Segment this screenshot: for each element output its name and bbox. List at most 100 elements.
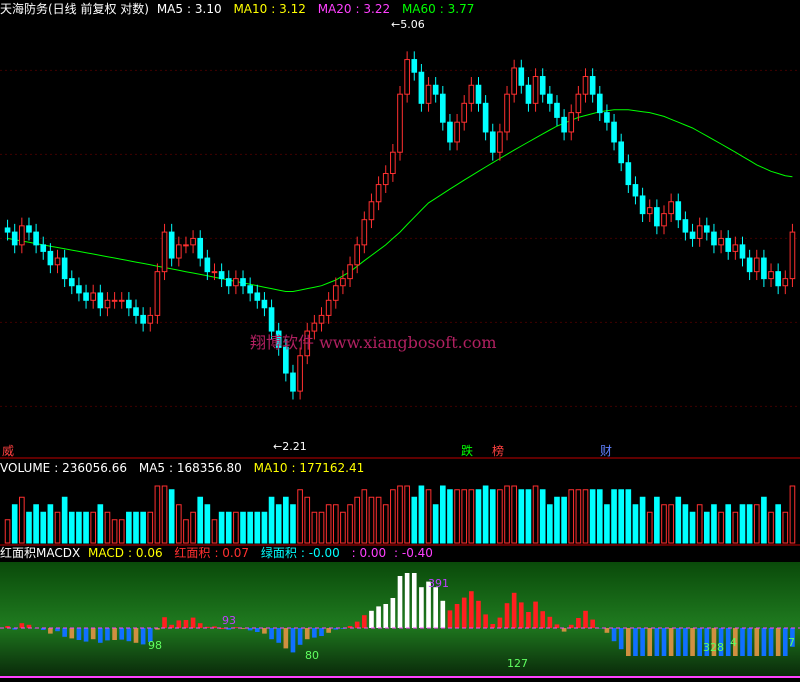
macd-bar xyxy=(254,628,260,632)
candle-body xyxy=(447,121,453,143)
candle-body xyxy=(204,257,211,273)
macd-bar xyxy=(326,628,331,633)
candle-body xyxy=(197,237,204,259)
candle-body xyxy=(682,219,689,233)
macd-bar xyxy=(640,628,645,656)
volume-bar xyxy=(525,489,532,544)
candle-body xyxy=(696,225,703,239)
macd-label-328: 328 xyxy=(703,641,724,654)
volume-bar xyxy=(54,511,61,544)
macd-bar xyxy=(119,628,125,640)
candle-body xyxy=(618,141,625,164)
high-price-label: ←5.06 xyxy=(391,18,425,31)
volume-bar xyxy=(104,511,111,544)
candle-body xyxy=(789,231,796,280)
macd-bar xyxy=(319,628,324,636)
macd-bar xyxy=(683,628,688,656)
macd-bar xyxy=(490,624,496,628)
macd-bar xyxy=(90,628,96,640)
volume-bar xyxy=(575,489,582,544)
volume-bar xyxy=(439,485,446,544)
volume-bar xyxy=(675,496,682,544)
macd-bar xyxy=(369,610,374,628)
volume-bar xyxy=(397,485,403,544)
volume-bar xyxy=(4,519,11,544)
candle-body xyxy=(439,93,446,123)
macd-bar xyxy=(390,598,396,628)
candle-body xyxy=(425,84,432,104)
volume-bar xyxy=(482,485,489,544)
volume-bar xyxy=(739,504,746,544)
candle-body xyxy=(532,76,539,104)
volume-bar xyxy=(447,489,453,544)
candle-body xyxy=(497,131,503,153)
volume-bar xyxy=(290,504,296,544)
candle-body xyxy=(26,225,32,233)
macd-bar xyxy=(661,628,667,656)
volume-bar xyxy=(404,485,410,544)
macd-bar xyxy=(48,628,53,634)
macd-bar xyxy=(411,573,417,628)
candle-body xyxy=(254,292,261,301)
volume-bar xyxy=(489,489,496,544)
volume-bar xyxy=(782,511,789,544)
macd-bar xyxy=(647,628,653,656)
candle-body xyxy=(432,84,439,95)
candle-body xyxy=(97,292,104,309)
candle-body xyxy=(461,102,468,123)
volume-bar xyxy=(682,504,689,544)
volume-bar xyxy=(511,485,517,544)
volume-bar xyxy=(789,485,796,544)
macd-bar xyxy=(604,628,610,633)
volume-bar xyxy=(233,511,239,544)
candle-body xyxy=(33,231,39,246)
volume-bar xyxy=(204,504,211,544)
candle-body xyxy=(225,278,232,287)
macd-bar xyxy=(133,628,139,643)
candle-body xyxy=(739,244,746,259)
volume-bar xyxy=(718,511,724,544)
volume-bar xyxy=(175,504,182,544)
volume-bar xyxy=(504,485,510,544)
volume-bar xyxy=(568,489,575,544)
volume-bar xyxy=(589,489,596,544)
volume-bar xyxy=(19,496,25,544)
candle-body xyxy=(218,271,225,280)
macd-bar xyxy=(675,628,681,656)
volume-bar xyxy=(275,504,282,544)
volume-bar xyxy=(325,504,332,544)
candle-body xyxy=(568,112,575,133)
volume-bar xyxy=(11,504,18,544)
volume-bar xyxy=(547,504,553,544)
volume-bar xyxy=(532,485,539,544)
macd-bar xyxy=(383,604,389,628)
volume-bar xyxy=(33,504,39,544)
candle-body xyxy=(90,292,97,301)
macd-bar xyxy=(397,576,403,628)
candle-body xyxy=(518,67,525,86)
candle-body xyxy=(76,285,82,294)
candle-body xyxy=(404,59,410,95)
volume-bar xyxy=(247,511,253,544)
candle-body xyxy=(418,71,425,104)
volume-bar xyxy=(126,511,132,544)
candle-body xyxy=(347,264,353,280)
candle-body xyxy=(47,250,54,266)
volume-bar xyxy=(297,489,303,544)
candle-body xyxy=(311,322,318,332)
macd-bar xyxy=(690,628,695,656)
volume-bar xyxy=(646,511,653,544)
volume-bar xyxy=(76,511,82,544)
macd-bar xyxy=(276,628,282,643)
candle-body xyxy=(4,227,11,233)
macd-bar xyxy=(105,628,110,641)
volume-bar xyxy=(118,519,125,544)
macd-bar xyxy=(433,587,438,628)
volume-bar xyxy=(68,511,75,544)
annotation-die: 跌 xyxy=(461,443,473,458)
volume-bar xyxy=(461,489,468,544)
macd-bar xyxy=(419,587,424,628)
macd-label-4: 4 xyxy=(730,636,737,649)
volume-bar xyxy=(375,496,382,544)
macd-bar xyxy=(269,628,274,640)
